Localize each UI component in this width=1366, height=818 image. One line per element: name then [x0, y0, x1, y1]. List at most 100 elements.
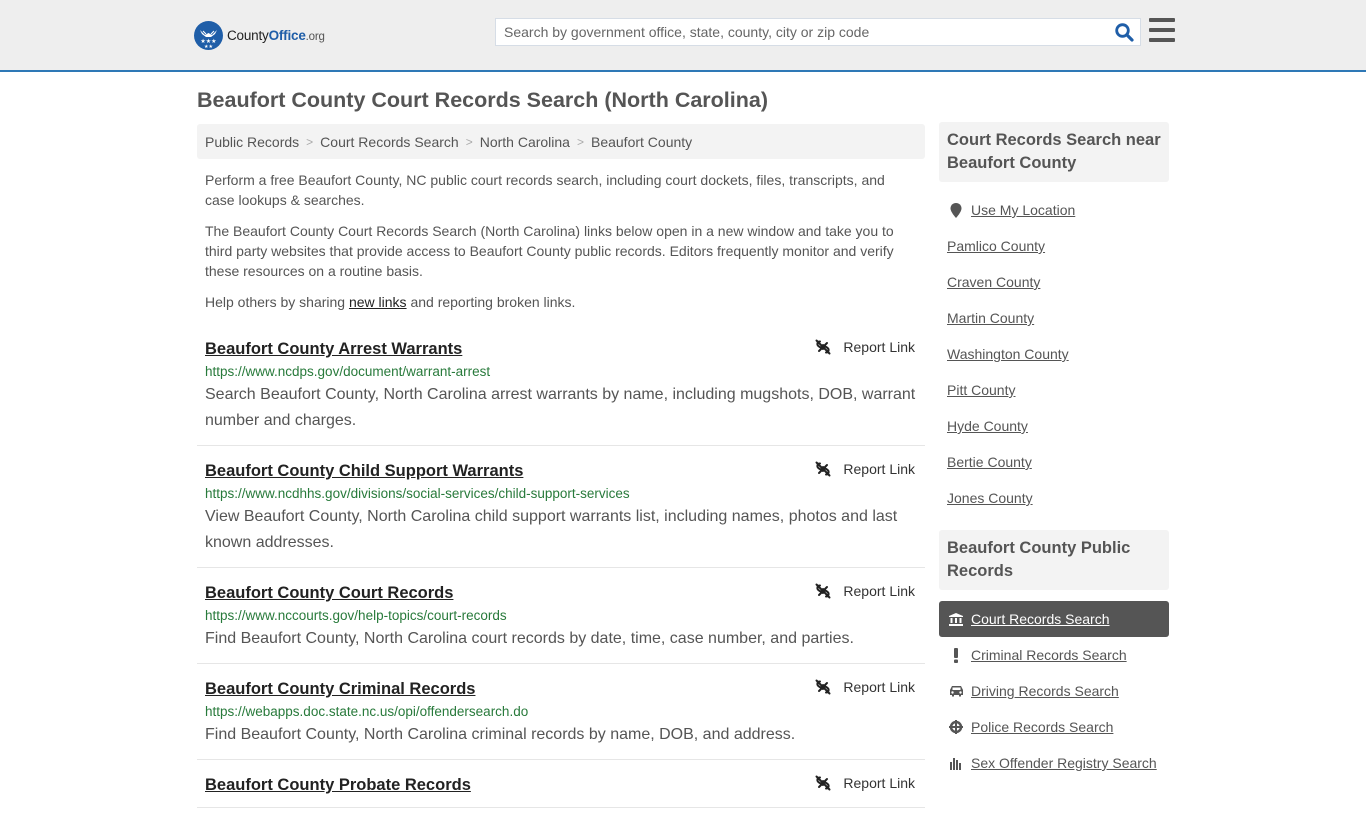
breadcrumb-beaufort-county[interactable]: Beaufort County: [591, 134, 692, 150]
new-links-link[interactable]: new links: [349, 294, 407, 310]
main-content: Public Records > Court Records Search > …: [197, 124, 925, 818]
broken-link-icon: [815, 583, 831, 599]
use-my-location-item: Use My Location: [939, 192, 1169, 228]
svg-text:★★: ★★: [204, 44, 213, 50]
site-header: ★★★ ★★ CountyOffice.org: [0, 0, 1366, 72]
breadcrumb: Public Records > Court Records Search > …: [197, 124, 925, 159]
exclamation-icon: [947, 647, 965, 663]
public-records-link[interactable]: Court Records Search: [971, 611, 1110, 627]
use-my-location-link[interactable]: Use My Location: [971, 202, 1075, 218]
breadcrumb-public-records[interactable]: Public Records: [205, 134, 299, 150]
nearby-county-link[interactable]: Craven County: [947, 274, 1040, 290]
public-records-link[interactable]: Driving Records Search: [971, 683, 1119, 699]
nearby-county-link[interactable]: Hyde County: [947, 418, 1028, 434]
report-link-button[interactable]: Report Link: [815, 339, 915, 355]
record-item: Beaufort County Probate Records Report L…: [197, 770, 925, 808]
car-icon: [947, 685, 965, 697]
nearby-county-link[interactable]: Washington County: [947, 346, 1069, 362]
record-title-link[interactable]: Beaufort County Probate Records: [205, 774, 471, 796]
nearby-county-link[interactable]: Pamlico County: [947, 238, 1045, 254]
report-link-label: Report Link: [843, 339, 915, 355]
public-records-link[interactable]: Criminal Records Search: [971, 647, 1127, 663]
record-url: https://www.nccourts.gov/help-topics/cou…: [205, 608, 507, 623]
eagle-stars-icon: ★★★ ★★: [194, 20, 223, 50]
report-link-label: Report Link: [843, 679, 915, 695]
report-link-button[interactable]: Report Link: [815, 461, 915, 477]
report-link-button[interactable]: Report Link: [815, 775, 915, 791]
broken-link-icon: [815, 339, 831, 355]
report-link-label: Report Link: [843, 461, 915, 477]
record-title-link[interactable]: Beaufort County Criminal Records: [205, 678, 475, 700]
site-logo[interactable]: ★★★ ★★ CountyOffice.org: [194, 20, 325, 50]
nearby-county-item: Jones County: [939, 480, 1169, 516]
record-url: https://www.ncdhhs.gov/divisions/social-…: [205, 486, 630, 501]
nearby-county-item: Pamlico County: [939, 228, 1169, 264]
sidebar: Court Records Search near Beaufort Count…: [939, 122, 1169, 795]
intro-paragraph: Perform a free Beaufort County, NC publi…: [205, 172, 885, 208]
nearby-county-item: Martin County: [939, 300, 1169, 336]
logo-name-bold: Office: [268, 27, 306, 43]
report-link-button[interactable]: Report Link: [815, 679, 915, 695]
public-records-item-court[interactable]: Court Records Search: [939, 601, 1169, 637]
logo-tld: .org: [305, 30, 325, 43]
record-description: Search Beaufort County, North Carolina a…: [205, 386, 916, 429]
public-records-item-sex-offender[interactable]: Sex Offender Registry Search: [939, 745, 1169, 781]
public-records-link[interactable]: Police Records Search: [971, 719, 1113, 735]
hamburger-menu-button[interactable]: [1149, 18, 1175, 42]
nearby-county-link[interactable]: Bertie County: [947, 454, 1032, 470]
nearby-county-link[interactable]: Pitt County: [947, 382, 1015, 398]
police-badge-icon: [947, 720, 965, 734]
breadcrumb-north-carolina[interactable]: North Carolina: [480, 134, 570, 150]
nearby-heading: Court Records Search near Beaufort Count…: [939, 122, 1169, 182]
search-bar: [495, 18, 1141, 46]
broken-link-icon: [815, 679, 831, 695]
record-item: Beaufort County Child Support Warrants R…: [197, 456, 925, 568]
nearby-county-item: Bertie County: [939, 444, 1169, 480]
public-records-item-driving[interactable]: Driving Records Search: [939, 673, 1169, 709]
record-title-link[interactable]: Beaufort County Court Records: [205, 582, 453, 604]
courthouse-icon: [947, 612, 965, 626]
broken-link-icon: [815, 461, 831, 477]
breadcrumb-court-records-search[interactable]: Court Records Search: [320, 134, 459, 150]
nearby-county-item: Pitt County: [939, 372, 1169, 408]
report-link-label: Report Link: [843, 583, 915, 599]
record-title-link[interactable]: Beaufort County Child Support Warrants: [205, 460, 523, 482]
public-records-link[interactable]: Sex Offender Registry Search: [971, 755, 1157, 771]
record-description: View Beaufort County, North Carolina chi…: [205, 508, 898, 551]
record-item: Beaufort County Arrest Warrants Report L…: [197, 334, 925, 446]
intro-paragraph: The Beaufort County Court Records Search…: [205, 223, 894, 279]
record-description: Find Beaufort County, North Carolina cou…: [205, 630, 854, 647]
record-item: Beaufort County Criminal Records Report …: [197, 674, 925, 760]
broken-link-icon: [815, 775, 831, 791]
intro-text: Perform a free Beaufort County, NC publi…: [197, 170, 925, 312]
help-paragraph: Help others by sharing new links and rep…: [205, 292, 917, 312]
search-button[interactable]: [1108, 19, 1140, 45]
public-records-item-police[interactable]: Police Records Search: [939, 709, 1169, 745]
breadcrumb-separator: >: [465, 134, 473, 149]
nearby-county-link[interactable]: Martin County: [947, 310, 1034, 326]
record-title-link[interactable]: Beaufort County Arrest Warrants: [205, 338, 462, 360]
nearby-county-link[interactable]: Jones County: [947, 490, 1033, 506]
menu-bar: [1149, 38, 1175, 42]
help-text: and reporting broken links.: [406, 294, 576, 310]
report-link-button[interactable]: Report Link: [815, 583, 915, 599]
menu-bar: [1149, 18, 1175, 22]
search-input[interactable]: [496, 19, 1108, 45]
nearby-county-item: Washington County: [939, 336, 1169, 372]
page-title: Beaufort County Court Records Search (No…: [197, 88, 768, 112]
record-item: Beaufort County Court Records Report Lin…: [197, 578, 925, 664]
logo-text: CountyOffice.org: [227, 28, 325, 43]
search-icon: [1114, 22, 1134, 42]
public-records-heading: Beaufort County Public Records: [939, 530, 1169, 590]
breadcrumb-separator: >: [576, 134, 584, 149]
breadcrumb-separator: >: [306, 134, 314, 149]
nearby-county-item: Craven County: [939, 264, 1169, 300]
help-text: Help others by sharing: [205, 294, 349, 310]
record-url: https://webapps.doc.state.nc.us/opi/offe…: [205, 704, 529, 719]
record-description: Find Beaufort County, North Carolina cri…: [205, 726, 796, 743]
records-list: Beaufort County Arrest Warrants Report L…: [197, 334, 925, 808]
logo-name: County: [227, 27, 269, 43]
map-pin-icon: [947, 202, 965, 218]
nearby-county-item: Hyde County: [939, 408, 1169, 444]
public-records-item-criminal[interactable]: Criminal Records Search: [939, 637, 1169, 673]
